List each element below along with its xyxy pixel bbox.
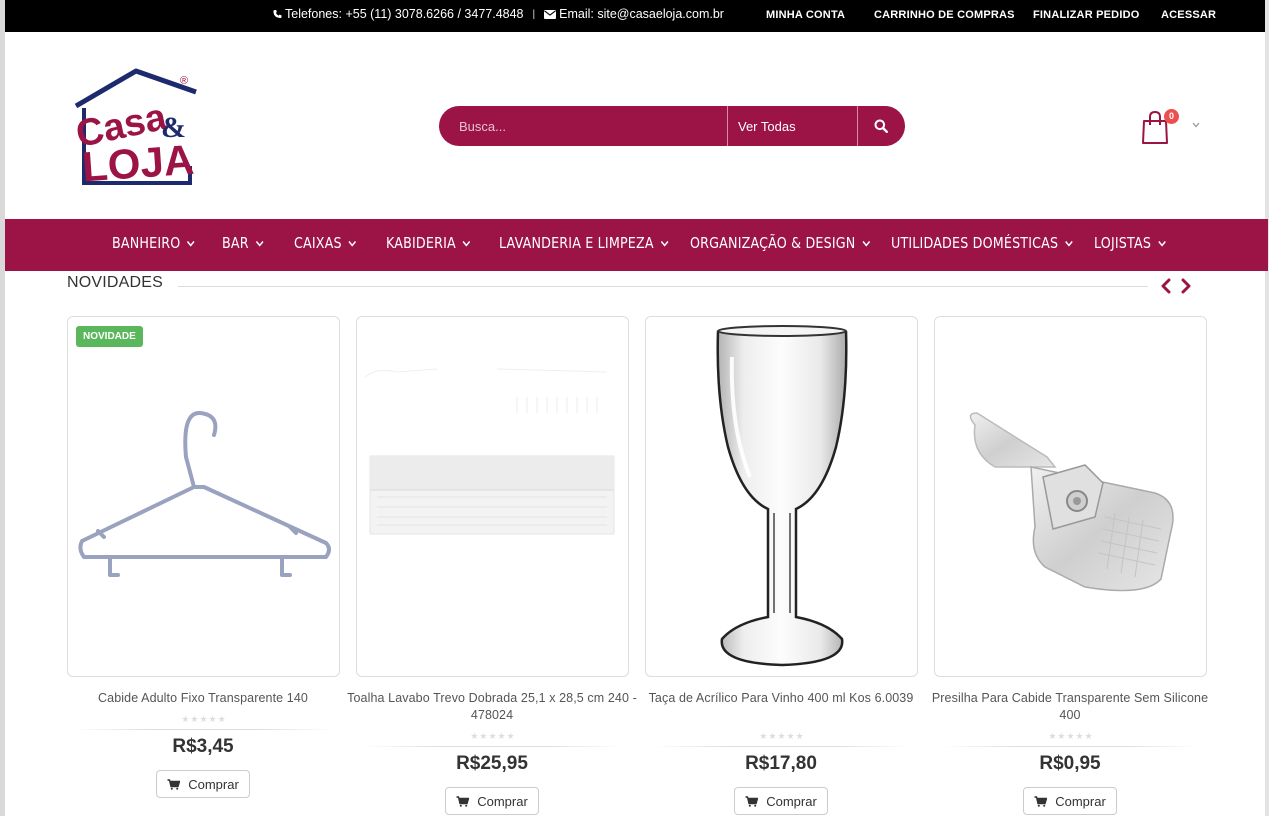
star-icon: ★★★★★ (181, 714, 227, 724)
nav-item-label: ORGANIZAÇÃO & DESIGN (690, 234, 856, 252)
email-text[interactable]: Email: site@casaeloja.com.br (559, 7, 724, 21)
category-select[interactable]: Ver Todas (727, 106, 858, 146)
product-image-wine-glass[interactable] (646, 317, 917, 676)
chevron-down-icon (255, 240, 264, 247)
nav-item-label: KABIDERIA (386, 234, 456, 252)
product-price: R$17,80 (745, 753, 817, 774)
product-card[interactable]: NOVIDADE (67, 316, 340, 677)
shopping-cart-icon (167, 778, 181, 790)
star-icon: ★★★★★ (1048, 731, 1094, 741)
product-divider (653, 746, 911, 747)
shopping-cart-icon (745, 795, 759, 807)
search-icon (874, 119, 888, 133)
carousel-controls (1160, 278, 1192, 294)
chevron-down-icon (862, 240, 870, 247)
chevron-down-icon (462, 240, 471, 247)
product-image-clip[interactable] (935, 317, 1206, 676)
nav-item-label: BANHEIRO (112, 234, 181, 252)
product-name[interactable]: Presilha Para Cabide Transparente Sem Si… (925, 690, 1215, 724)
nav-item-caixas[interactable]: CAIXAS (294, 234, 357, 252)
section-title: NOVIDADES (67, 274, 164, 291)
nav-item-label: LOJISTAS (1094, 234, 1152, 252)
chevron-down-icon (187, 240, 195, 247)
phone-text: Telefones: +55 (11) 3078.6266 / 3477.484… (285, 7, 524, 21)
product-card[interactable] (934, 316, 1207, 677)
nav-item-kabideria[interactable]: KABIDERIA (386, 234, 471, 252)
buy-button-label: Comprar (188, 776, 239, 792)
window-border-left (0, 0, 5, 816)
buy-button-label: Comprar (477, 793, 528, 809)
svg-text:®: ® (180, 75, 188, 87)
contact-separator: | (532, 8, 536, 20)
buy-button[interactable]: Comprar (445, 787, 539, 815)
chevron-right-icon[interactable] (1180, 278, 1192, 294)
product-rating: ★★★★★ (1041, 731, 1101, 742)
mini-cart[interactable]: 0 (1140, 108, 1210, 148)
section-divider (178, 286, 1148, 287)
chevron-down-icon (1192, 122, 1200, 128)
nav-item-utilidades[interactable]: UTILIDADES DOMÉSTICAS (891, 234, 1073, 252)
search-bar: Ver Todas (439, 106, 905, 146)
main-navigation: BANHEIRO BAR CAIXAS KABIDERIA LAVANDERIA… (5, 219, 1268, 271)
star-icon: ★★★★★ (759, 731, 805, 741)
chevron-left-icon[interactable] (1160, 278, 1172, 294)
shopping-cart-icon (456, 795, 470, 807)
search-input[interactable] (439, 106, 727, 146)
buy-button[interactable]: Comprar (1023, 787, 1117, 815)
product-price: R$0,95 (1039, 753, 1101, 774)
chevron-down-icon (660, 240, 669, 247)
nav-item-label: LAVANDERIA E LIMPEZA (499, 234, 654, 252)
product-price: R$3,45 (172, 736, 234, 757)
svg-text:LOJA: LOJA (81, 136, 196, 188)
shopping-cart-icon (1034, 795, 1048, 807)
product-image-hanger[interactable] (68, 317, 339, 676)
buy-button-label: Comprar (766, 793, 817, 809)
envelope-icon (544, 9, 557, 19)
nav-item-bar[interactable]: BAR (222, 234, 264, 252)
phone-icon (273, 9, 282, 19)
nav-item-lojistas[interactable]: LOJISTAS (1094, 234, 1166, 252)
new-badge: NOVIDADE (76, 326, 143, 347)
chevron-down-icon (348, 240, 357, 247)
top-bar: Telefones: +55 (11) 3078.6266 / 3477.484… (5, 0, 1265, 32)
nav-item-label: CAIXAS (294, 234, 342, 252)
product-divider (75, 729, 333, 730)
product-price: R$25,95 (456, 753, 528, 774)
buy-button[interactable]: Comprar (156, 770, 250, 798)
chevron-down-icon (1157, 240, 1166, 247)
product-divider (942, 746, 1200, 747)
cart-count-badge: 0 (1164, 109, 1179, 124)
my-account-link[interactable]: MINHA CONTA (766, 9, 845, 21)
buy-button[interactable]: Comprar (734, 787, 828, 815)
nav-item-label: UTILIDADES DOMÉSTICAS (891, 234, 1059, 252)
product-image-towel[interactable] (357, 317, 628, 676)
product-divider (364, 746, 622, 747)
checkout-link[interactable]: FINALIZAR PEDIDO (1033, 9, 1139, 21)
product-name[interactable]: Toalha Lavabo Trevo Dobrada 25,1 x 28,5 … (347, 690, 637, 724)
nav-item-lavanderia[interactable]: LAVANDERIA E LIMPEZA (499, 234, 669, 252)
nav-item-label: BAR (222, 234, 249, 252)
product-rating: ★★★★★ (752, 731, 812, 742)
product-card[interactable] (645, 316, 918, 677)
shopping-cart-link[interactable]: CARRINHO DE COMPRAS (874, 9, 1015, 21)
contact-info: Telefones: +55 (11) 3078.6266 / 3477.484… (273, 7, 724, 21)
nav-item-organizacao[interactable]: ORGANIZAÇÃO & DESIGN (690, 234, 870, 252)
search-button[interactable] (858, 106, 904, 146)
product-rating: ★★★★★ (174, 714, 234, 725)
nav-item-banheiro[interactable]: BANHEIRO (112, 234, 195, 252)
product-name[interactable]: Taça de Acrílico Para Vinho 400 ml Kos 6… (636, 690, 926, 707)
product-name[interactable]: Cabide Adulto Fixo Transparente 140 (58, 690, 348, 707)
buy-button-label: Comprar (1055, 793, 1106, 809)
chevron-down-icon (1065, 240, 1073, 247)
window-border-right (1265, 0, 1269, 816)
product-rating: ★★★★★ (463, 731, 523, 742)
casa-e-loja-logo[interactable]: Casa & LOJA ® (72, 68, 202, 188)
product-card[interactable] (356, 316, 629, 677)
star-icon: ★★★★★ (470, 731, 516, 741)
login-link[interactable]: ACESSAR (1161, 9, 1216, 21)
